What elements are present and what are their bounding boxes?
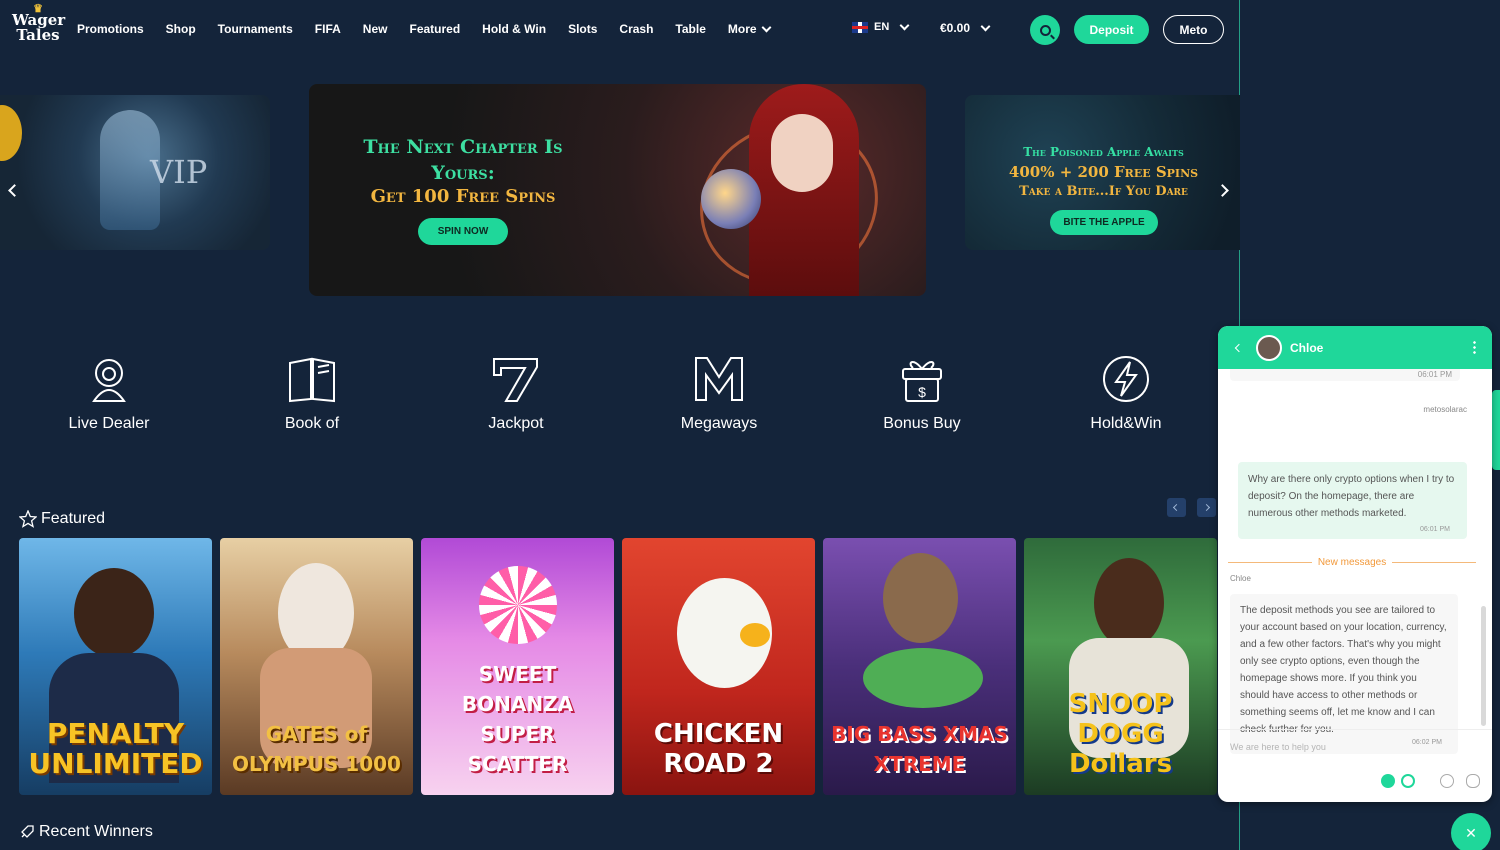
chat-messages: 06:01 PM metosolarac Why are there only … xyxy=(1218,369,1492,754)
game-card[interactable]: CHICKEN ROAD 2 xyxy=(622,538,815,795)
nav-tournaments[interactable]: Tournaments xyxy=(218,22,293,36)
game-card[interactable]: SNOOP DOGG Dollars xyxy=(1024,538,1217,795)
megaways-icon xyxy=(695,357,743,401)
search-button[interactable] xyxy=(1030,15,1060,45)
side-tab[interactable] xyxy=(1492,390,1500,470)
more-options-icon[interactable] xyxy=(1473,340,1476,354)
lightbulb-icon[interactable] xyxy=(1381,774,1395,788)
vip-banner[interactable]: VIP xyxy=(0,95,270,250)
balance-dropdown[interactable]: €0.00 xyxy=(940,21,991,35)
featured-next-button[interactable] xyxy=(1197,498,1216,517)
previous-message: 06:01 PM xyxy=(1230,369,1460,381)
game-title: CHICKEN ROAD 2 xyxy=(653,719,784,779)
game-card[interactable]: PENALTY UNLIMITED xyxy=(19,538,212,795)
promo-banner-main[interactable]: The Next Chapter Is Yours: Get 100 Free … xyxy=(309,84,926,296)
chevron-down-icon xyxy=(899,20,910,30)
recent-winners-title: Recent Winners xyxy=(19,823,153,841)
nav-crash[interactable]: Crash xyxy=(619,22,653,36)
spin-now-button[interactable]: SPIN NOW xyxy=(418,218,508,245)
top-navigation-bar: ♛ Wager Tales Promotions Shop Tournament… xyxy=(0,0,1240,60)
category-bonus-buy[interactable]: $ Bonus Buy xyxy=(847,355,997,433)
crystal-ball-image xyxy=(701,169,761,229)
seven-icon xyxy=(493,358,538,402)
gold-coin-image xyxy=(0,105,22,161)
lightning-icon xyxy=(1103,356,1149,402)
featured-section-title: Featured xyxy=(19,510,105,528)
character-face-image xyxy=(771,114,833,192)
rocket-icon xyxy=(21,825,34,838)
user-message-time: 06:01 PM xyxy=(1420,526,1450,533)
game-title: SWEET BONANZA SUPER SCATTER xyxy=(461,662,574,776)
uk-flag-icon xyxy=(852,21,868,33)
svg-text:$: $ xyxy=(918,384,926,400)
live-dealer-icon xyxy=(92,359,126,402)
category-megaways[interactable]: Megaways xyxy=(644,355,794,433)
featured-prev-button[interactable] xyxy=(1167,498,1186,517)
agent-label: Chloe xyxy=(1230,574,1251,583)
nav-promotions[interactable]: Promotions xyxy=(77,22,144,36)
chat-scrollbar[interactable] xyxy=(1481,606,1486,726)
category-live-dealer[interactable]: Live Dealer xyxy=(34,355,184,433)
game-title: PENALTY UNLIMITED xyxy=(28,717,203,780)
game-card[interactable]: GATES of OLYMPUS 1000 xyxy=(220,538,413,795)
back-arrow-icon[interactable] xyxy=(1234,343,1244,352)
game-title: SNOOP DOGG Dollars xyxy=(1068,689,1173,779)
nav-fifa[interactable]: FIFA xyxy=(315,22,341,36)
nav-new[interactable]: New xyxy=(363,22,388,36)
chat-header: Chloe xyxy=(1218,326,1492,369)
bite-the-apple-button[interactable]: BITE THE APPLE xyxy=(1050,210,1158,235)
star-icon xyxy=(19,510,37,528)
main-nav: Promotions Shop Tournaments FIFA New Fea… xyxy=(77,22,792,36)
search-icon xyxy=(1039,24,1051,36)
category-hold-win[interactable]: Hold&Win xyxy=(1051,355,1201,433)
wager-tales-logo[interactable]: ♛ Wager Tales xyxy=(12,3,65,50)
new-messages-divider: New messages xyxy=(1228,557,1477,568)
book-icon xyxy=(289,357,335,403)
banner-line-2: 400% + 200 Free Spins xyxy=(1008,163,1199,181)
chevron-down-icon xyxy=(980,21,991,31)
game-title: GATES of OLYMPUS 1000 xyxy=(232,722,401,776)
microphone-icon[interactable] xyxy=(1466,774,1480,788)
chevron-right-icon xyxy=(1202,503,1211,512)
agent-avatar xyxy=(1256,334,1282,361)
category-jackpot[interactable]: Jackpot xyxy=(441,355,591,433)
poisoned-apple-banner[interactable]: The Poisoned Apple Awaits 400% + 200 Fre… xyxy=(965,95,1240,250)
grammarly-icon[interactable] xyxy=(1401,774,1415,788)
agent-name: Chloe xyxy=(1290,340,1324,355)
nav-shop[interactable]: Shop xyxy=(166,22,196,36)
banner-title: The Next Chapter Is Yours: xyxy=(363,136,563,184)
language-selector[interactable]: EN xyxy=(852,20,910,33)
chevron-down-icon xyxy=(761,22,771,32)
vip-text: VIP xyxy=(150,153,208,191)
close-icon: ✕ xyxy=(1465,824,1477,841)
chevron-left-icon xyxy=(1172,503,1181,512)
nav-hold-win[interactable]: Hold & Win xyxy=(482,22,546,36)
chat-input-area[interactable]: We are here to help you xyxy=(1218,729,1492,802)
user-handle: metosolarac xyxy=(1423,405,1467,414)
nav-more-dropdown[interactable]: More xyxy=(728,22,771,36)
banner-subtitle: Get 100 Free Spins xyxy=(370,186,556,207)
gift-icon: $ xyxy=(902,361,942,402)
game-title: BIG BASS XMAS XTREME xyxy=(831,722,1008,776)
nav-featured[interactable]: Featured xyxy=(409,22,460,36)
nav-table[interactable]: Table xyxy=(675,22,705,36)
category-book-of[interactable]: Book of xyxy=(237,355,387,433)
chat-input-field[interactable]: We are here to help you xyxy=(1230,742,1326,752)
banner-line-1: The Poisoned Apple Awaits xyxy=(1023,145,1184,159)
attachment-icon[interactable] xyxy=(1440,774,1454,788)
game-card[interactable]: BIG BASS XMAS XTREME xyxy=(823,538,1016,795)
deposit-button[interactable]: Deposit xyxy=(1074,15,1149,44)
banner-line-3: Take a Bite...If You Dare xyxy=(1019,184,1188,199)
user-menu-button[interactable]: Meto xyxy=(1163,15,1224,44)
category-row: Live Dealer Book of Jackpot Megaways $ B… xyxy=(0,355,1240,445)
game-card[interactable]: SWEET BONANZA SUPER SCATTER xyxy=(421,538,614,795)
support-chat-widget: Chloe 06:01 PM metosolarac Why are there… xyxy=(1218,326,1492,802)
nav-slots[interactable]: Slots xyxy=(568,22,597,36)
close-chat-button[interactable]: ✕ xyxy=(1451,813,1491,850)
